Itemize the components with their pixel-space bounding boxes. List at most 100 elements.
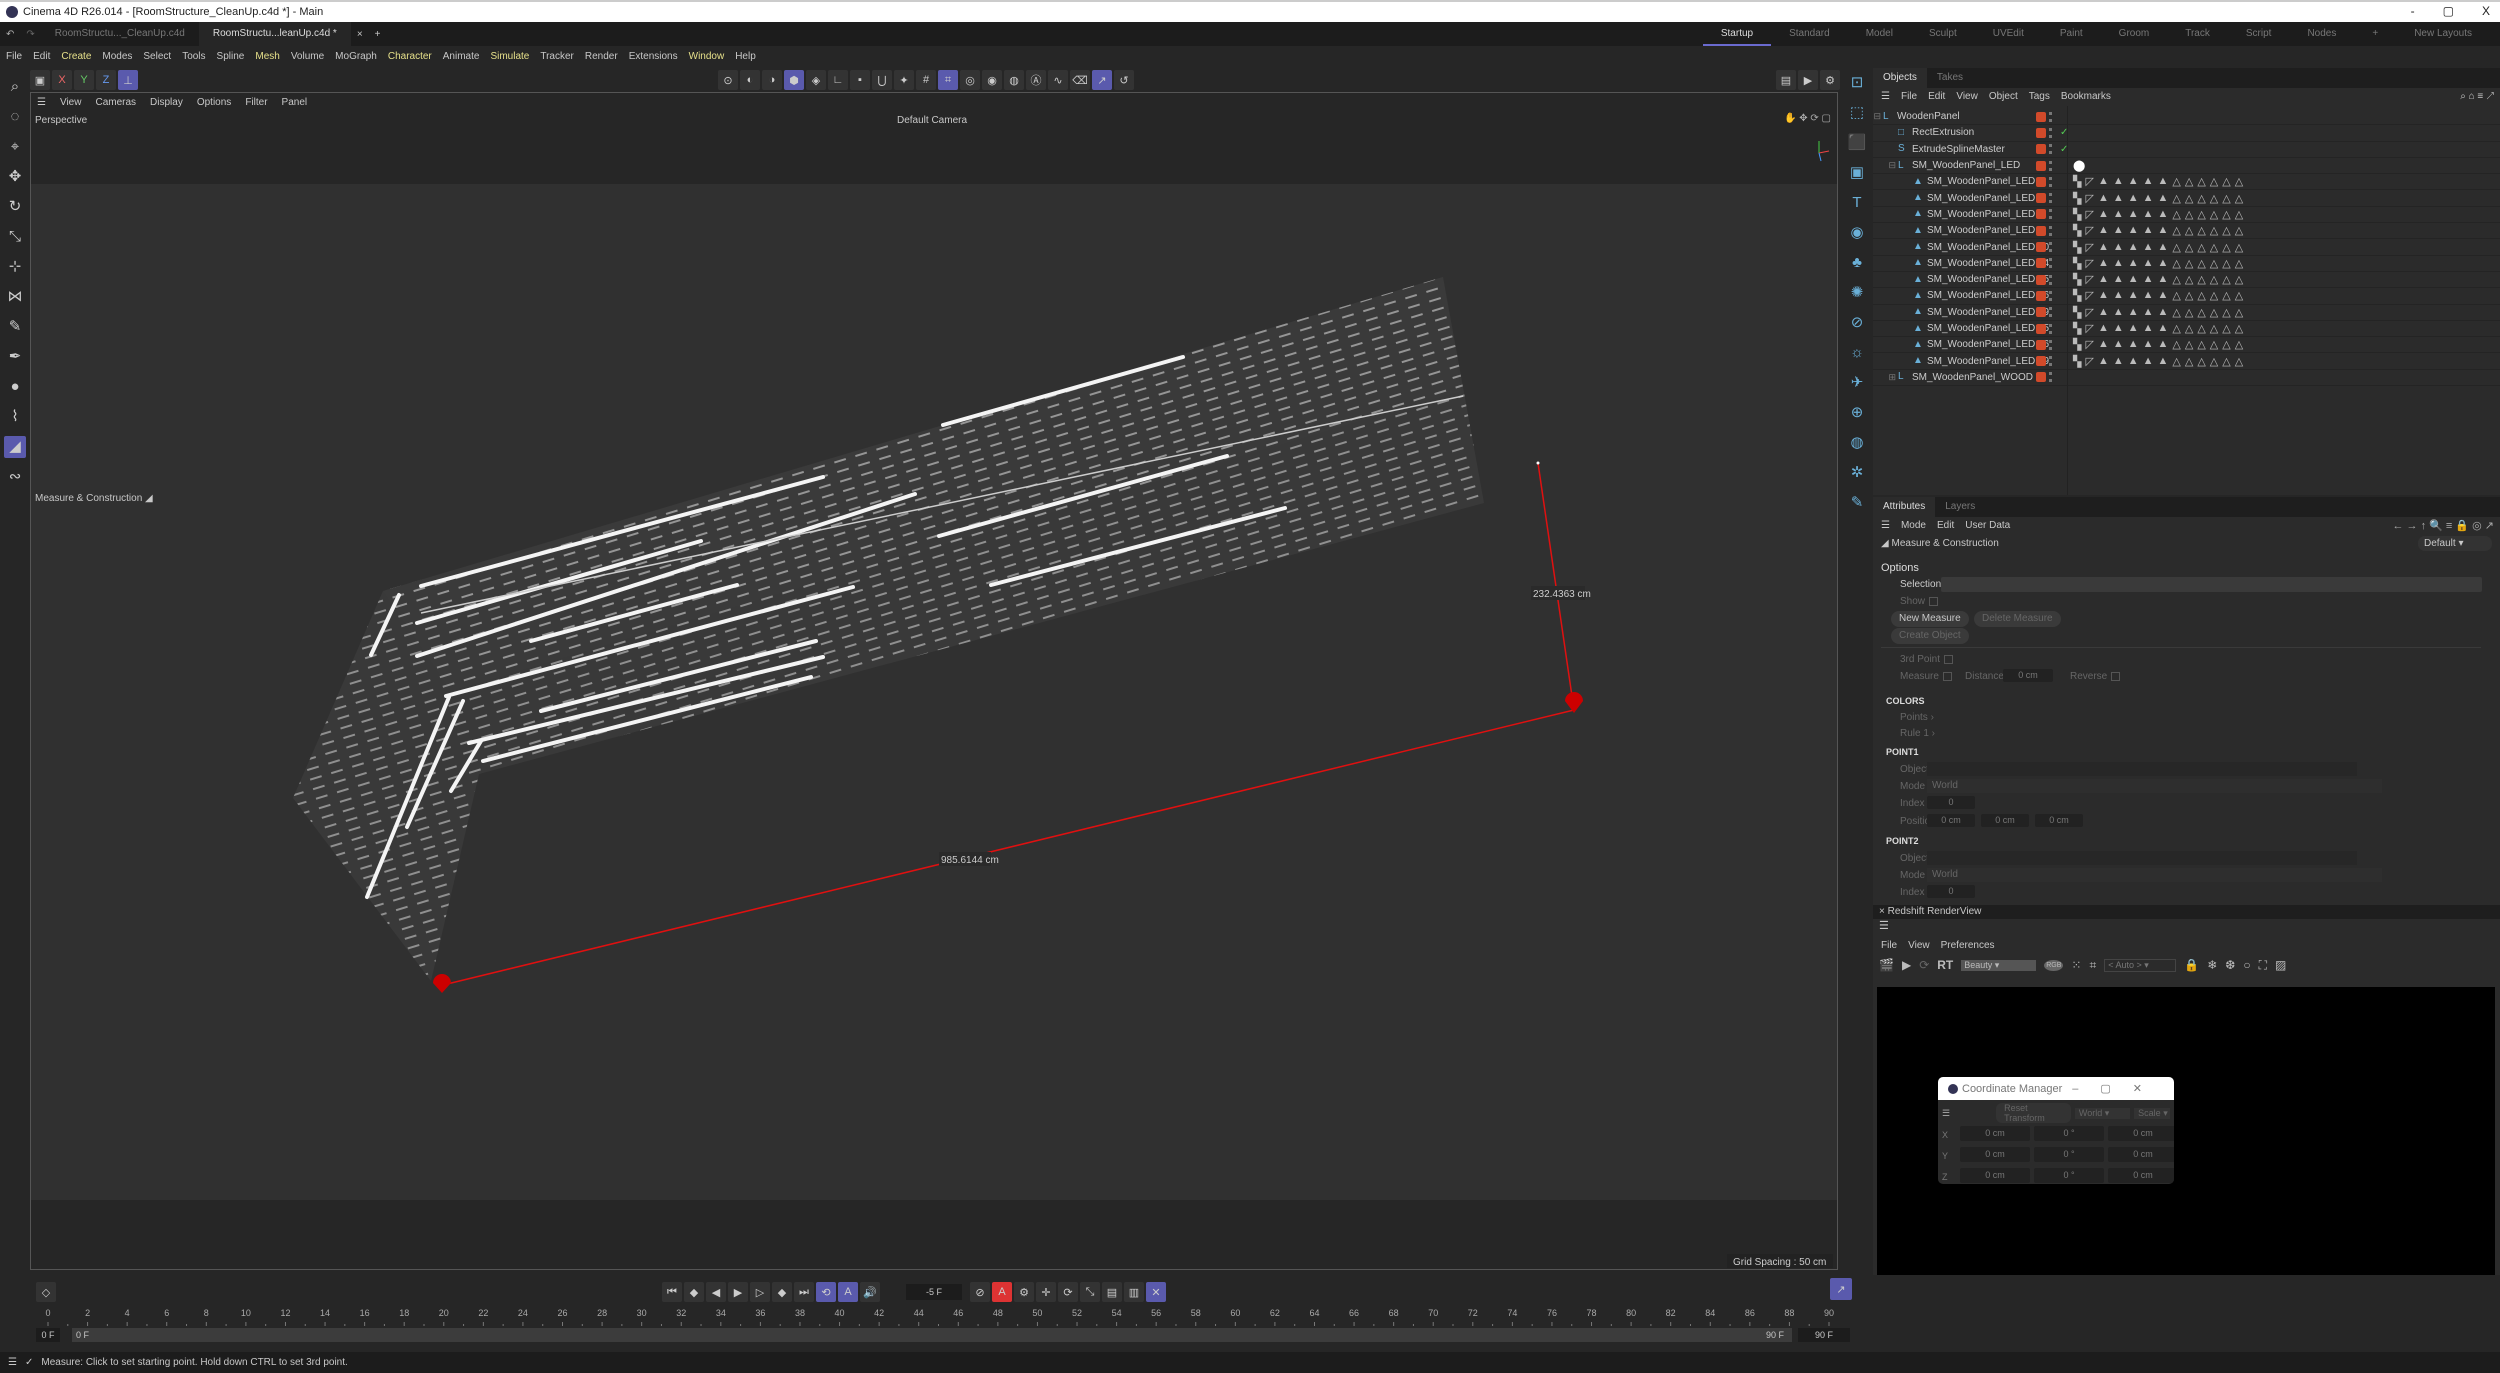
knife-icon[interactable]: ✎ <box>4 316 26 338</box>
snap-settings-icon[interactable]: ✦ <box>894 70 914 90</box>
coord-pos-y[interactable]: 0 cm <box>1960 1147 2030 1162</box>
viewport-menu-panel[interactable]: Panel <box>282 97 308 108</box>
selection-tag-outline-icon[interactable]: △ <box>2185 355 2193 368</box>
rt-button[interactable]: RT <box>1937 958 1953 972</box>
coord-pos-x[interactable]: 0 cm <box>1960 1126 2030 1141</box>
point1-mode-dropdown[interactable]: World <box>1927 779 2382 793</box>
selection-tag-outline-icon[interactable]: △ <box>2172 289 2180 302</box>
hamburger-icon[interactable]: ☰ <box>8 1357 17 1368</box>
uvw-tag-icon[interactable]: ◸ <box>2085 289 2093 302</box>
selection-tag-outline-icon[interactable]: △ <box>2222 224 2230 237</box>
go-start-icon[interactable]: ⏮ <box>662 1282 682 1302</box>
paint-icon[interactable]: ● <box>4 376 26 398</box>
coord-scale-x[interactable]: 0 cm <box>2108 1126 2174 1141</box>
objects-menu-edit[interactable]: Edit <box>1928 91 1945 102</box>
menu-simulate[interactable]: Simulate <box>490 51 529 62</box>
picture-icon[interactable]: ▨ <box>2275 958 2286 972</box>
viewport-menu-cameras[interactable]: Cameras <box>95 97 136 108</box>
play-icon[interactable]: ▶ <box>728 1282 748 1302</box>
go-end-icon[interactable]: ⏭ <box>794 1282 814 1302</box>
new-layouts-button[interactable]: New Layouts <box>2396 22 2490 46</box>
selection-tag-outline-icon[interactable]: △ <box>2172 241 2180 254</box>
point2-object-field[interactable] <box>1927 851 2357 865</box>
selection-tag-filled-icon[interactable]: ▲ <box>2143 289 2154 302</box>
object-row[interactable]: ▲ SM_WoodenPanel_LED 10 ▚ ◸ ▲ ▲ ▲ ▲ ▲ △ △ △ △ △ △ <box>1873 239 2500 256</box>
object-name[interactable]: SM_WoodenPanel_LED 26 <box>1927 339 2049 350</box>
reverse-checkbox[interactable]: Reverse <box>2070 671 2121 682</box>
objects-menu-file[interactable]: File <box>1901 91 1917 102</box>
maximize-button[interactable]: ▢ <box>2443 4 2454 18</box>
coord-scale-z[interactable]: 0 cm <box>2108 1168 2174 1183</box>
selection-tag-filled-icon[interactable]: ▲ <box>2158 289 2169 302</box>
selection-tag-filled-icon[interactable]: ▲ <box>2158 338 2169 351</box>
object-row[interactable]: ▲ SM_WoodenPanel_LED 19 ▚ ◸ ▲ ▲ ▲ ▲ ▲ △ △ △ △ △ △ <box>1873 305 2500 321</box>
selection-tag-outline-icon[interactable]: △ <box>2185 273 2193 286</box>
selection-tag-outline-icon[interactable]: △ <box>2172 208 2180 221</box>
selection-tag-filled-icon[interactable]: ▲ <box>2113 192 2124 205</box>
selection-tag-filled-icon[interactable]: ▲ <box>2158 241 2169 254</box>
axis-mode-icon[interactable]: ∟ <box>828 70 848 90</box>
null-object-icon[interactable]: ⊡ <box>1846 72 1868 94</box>
selection-tag-filled-icon[interactable]: ▲ <box>2143 192 2154 205</box>
object-row[interactable]: ▲ SM_WoodenPanel_LED 29 ▚ ◸ ▲ ▲ ▲ ▲ ▲ △ △ △ △ △ △ <box>1873 353 2500 370</box>
texture-tag-icon[interactable]: ▚ <box>2073 289 2081 302</box>
new-measure-button[interactable]: New Measure <box>1891 611 1969 627</box>
texture-tag-icon[interactable]: ▚ <box>2073 355 2081 368</box>
snap-icon[interactable]: ⋃ <box>872 70 892 90</box>
points-color[interactable]: Points › <box>1900 712 1934 723</box>
selection-tag-outline-icon[interactable]: △ <box>2197 192 2205 205</box>
distance1-field[interactable]: 0 cm <box>2003 669 2053 682</box>
menu-tools[interactable]: Tools <box>182 51 205 62</box>
selection-tag-filled-icon[interactable]: ▲ <box>2158 192 2169 205</box>
symmetry-icon[interactable]: ◍ <box>1004 70 1024 90</box>
show-checkbox[interactable]: Show <box>1900 596 1939 607</box>
record-icon[interactable]: ⊘ <box>970 1282 990 1302</box>
keyframe-icon[interactable]: ◇ <box>36 1282 56 1302</box>
visibility-toggle[interactable] <box>2049 111 2052 122</box>
add-layout-icon[interactable]: + <box>2354 22 2396 46</box>
layer-color-tag[interactable] <box>2036 339 2046 350</box>
uvw-tag-icon[interactable]: ◸ <box>2085 306 2093 319</box>
visibility-toggle[interactable] <box>2049 176 2052 187</box>
attributes-menu-edit[interactable]: Edit <box>1937 520 1954 531</box>
visibility-toggle[interactable] <box>2049 307 2052 318</box>
menu-help[interactable]: Help <box>735 51 756 62</box>
selection-tag-filled-icon[interactable]: ▲ <box>2128 241 2139 254</box>
selection-tag-filled-icon[interactable]: ▲ <box>2098 241 2109 254</box>
selection-tag-outline-icon[interactable]: △ <box>2197 322 2205 335</box>
coord-scale-y[interactable]: 0 cm <box>2108 1147 2174 1162</box>
z-axis-lock[interactable]: Z <box>96 70 116 90</box>
selection-tag-filled-icon[interactable]: ▲ <box>2113 208 2124 221</box>
uvw-tag-icon[interactable]: ◸ <box>2085 355 2093 368</box>
object-row[interactable]: ▲ SM_WoodenPanel_LED 2 ▚ ◸ ▲ ▲ ▲ ▲ ▲ △ △ △ △ △ △ <box>1873 207 2500 224</box>
objects-menu-view[interactable]: View <box>1956 91 1978 102</box>
hamburger-icon[interactable]: ☰ <box>1942 1108 1950 1119</box>
light-icon[interactable]: ☼ <box>1846 342 1868 364</box>
deformer-icon[interactable]: ✺ <box>1846 282 1868 304</box>
selection-tag-outline-icon[interactable]: △ <box>2185 192 2193 205</box>
selection-tag-filled-icon[interactable]: ▲ <box>2143 338 2154 351</box>
layout-tab-track[interactable]: Track <box>2167 22 2228 46</box>
space-dropdown[interactable]: World ▾ <box>2074 1107 2131 1119</box>
layer-color-tag[interactable] <box>2036 176 2046 187</box>
uvw-tag-icon[interactable]: ◸ <box>2085 208 2093 221</box>
selection-tag-outline-icon[interactable]: △ <box>2235 257 2243 270</box>
layer-color-tag[interactable] <box>2036 323 2046 334</box>
object-search-icons[interactable]: ⌕ ⌂ ≡ ↗ <box>2460 91 2494 102</box>
selection-tag-outline-icon[interactable]: △ <box>2172 257 2180 270</box>
coord-pos-z[interactable]: 0 cm <box>1960 1168 2030 1183</box>
selection-tag-filled-icon[interactable]: ▲ <box>2098 306 2109 319</box>
selection-tag-outline-icon[interactable]: △ <box>2172 192 2180 205</box>
menu-spline[interactable]: Spline <box>217 51 245 62</box>
tab-takes[interactable]: Takes <box>1927 68 1973 88</box>
selection-tag-outline-icon[interactable]: △ <box>2197 355 2205 368</box>
grid-icon[interactable]: ⁙ <box>2071 958 2081 972</box>
selection-tag-filled-icon[interactable]: ▲ <box>2098 273 2109 286</box>
uvw-tag-icon[interactable]: ◸ <box>2085 224 2093 237</box>
selection-tag-outline-icon[interactable]: △ <box>2172 338 2180 351</box>
redshift-menu-preferences[interactable]: Preferences <box>1941 940 1995 951</box>
soft-selection-icon[interactable]: ◉ <box>982 70 1002 90</box>
viewport-navigation-icons[interactable]: ✋ ✥ ⟳ ▢ <box>1784 113 1831 124</box>
selection-tag-outline-icon[interactable]: △ <box>2185 338 2193 351</box>
selection-tag-outline-icon[interactable]: △ <box>2185 224 2193 237</box>
